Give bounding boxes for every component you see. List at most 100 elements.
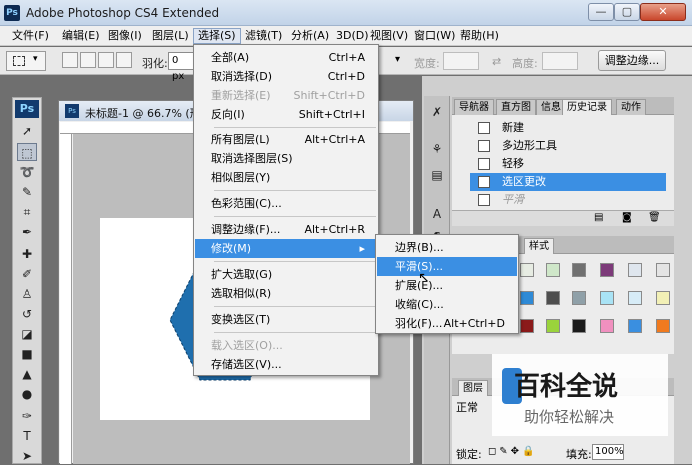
tool-presets-icon[interactable]: ▤ [427, 166, 447, 184]
marquee-preset-picker[interactable]: ▾ [6, 51, 46, 71]
menu-item-deselect-layers[interactable]: 取消选择图层(S) [195, 149, 377, 168]
height-input[interactable] [542, 52, 578, 70]
style-swatch[interactable] [546, 291, 560, 305]
submenu-item-contract[interactable]: 收缩(C)... [377, 295, 517, 314]
lasso-tool-icon[interactable]: ➰ [17, 163, 37, 181]
width-input[interactable] [443, 52, 479, 70]
eraser-tool-icon[interactable]: ◪ [17, 325, 37, 343]
menu-select[interactable]: 选择(S) [193, 28, 241, 44]
history-item[interactable]: 新建 [470, 119, 666, 137]
menu-item-grow[interactable]: 扩大选取(G) [195, 265, 377, 284]
fill-input[interactable]: 100% [592, 444, 624, 460]
style-swatch[interactable] [572, 319, 586, 333]
add-selection-icon[interactable] [80, 52, 96, 68]
crop-tool-icon[interactable]: ⌗ [17, 203, 37, 221]
menu-layer[interactable]: 图层(L) [148, 28, 193, 44]
tab-history[interactable]: 历史记录 [562, 99, 612, 115]
menu-item-similar[interactable]: 选取相似(R) [195, 284, 377, 303]
menu-view[interactable]: 视图(V) [366, 28, 412, 44]
lock-icons[interactable]: ◻✎✥🔒 [488, 446, 538, 457]
type-tool-icon[interactable]: T [17, 427, 37, 445]
minimize-button[interactable]: — [588, 3, 614, 21]
quick-select-tool-icon[interactable]: ✎ [17, 183, 37, 201]
brush-panel-icon[interactable]: ✗ [427, 103, 447, 121]
submenu-item-border[interactable]: 边界(B)... [377, 238, 517, 257]
menu-item-similar-layers[interactable]: 相似图层(Y) [195, 168, 377, 187]
menu-item-all-layers[interactable]: 所有图层(L) Alt+Ctrl+A [195, 130, 377, 149]
history-brush-icon[interactable]: ↺ [17, 305, 37, 323]
style-swatch[interactable] [546, 319, 560, 333]
style-swatch[interactable] [520, 263, 534, 277]
menu-item-color-range[interactable]: 色彩范围(C)... [195, 194, 377, 213]
maximize-button[interactable]: ▢ [614, 3, 640, 21]
menu-edit[interactable]: 编辑(E) [58, 28, 104, 44]
blur-tool-icon[interactable]: ▲ [17, 365, 37, 383]
style-swatch[interactable] [600, 291, 614, 305]
path-select-tool-icon[interactable]: ➤ [17, 447, 37, 465]
tab-histogram[interactable]: 直方图 [496, 99, 536, 115]
healing-brush-icon[interactable]: ✚ [17, 245, 37, 263]
menu-item-load-selection[interactable]: 载入选区(O)... [195, 336, 377, 355]
style-swatch[interactable] [628, 263, 642, 277]
menu-help[interactable]: 帮助(H) [456, 28, 503, 44]
clone-source-icon[interactable]: ⚘ [427, 140, 447, 158]
style-swatch[interactable] [628, 291, 642, 305]
menu-item-inverse[interactable]: 反向(I) Shift+Ctrl+I [195, 105, 377, 124]
rect-marquee-tool-icon[interactable]: ⬚ [17, 143, 37, 161]
new-snapshot-icon[interactable]: ◙ [622, 212, 632, 223]
menu-file[interactable]: 文件(F) [8, 28, 53, 44]
gradient-tool-icon[interactable]: ■ [17, 345, 37, 363]
style-swatch[interactable] [656, 291, 670, 305]
history-item[interactable]: 多边形工具 [470, 137, 666, 155]
submenu-item-expand[interactable]: 扩展(E)... [377, 276, 517, 295]
style-swatch[interactable] [656, 319, 670, 333]
menu-item-transform-selection[interactable]: 变换选区(T) [195, 310, 377, 329]
style-swatch[interactable] [572, 291, 586, 305]
submenu-item-feather[interactable]: 羽化(F)... Alt+Ctrl+D [377, 314, 517, 333]
tab-layers[interactable]: 图层 [458, 380, 488, 396]
style-swatch[interactable] [628, 319, 642, 333]
intersect-selection-icon[interactable] [116, 52, 132, 68]
menu-item-save-selection[interactable]: 存储选区(V)... [195, 355, 377, 374]
trash-icon[interactable]: 🗑 [648, 212, 661, 223]
menu-image[interactable]: 图像(I) [104, 28, 146, 44]
subtract-selection-icon[interactable] [98, 52, 114, 68]
new-document-icon[interactable]: ▤ [594, 212, 603, 223]
style-swatch[interactable] [520, 319, 534, 333]
character-panel-icon[interactable]: A [427, 205, 447, 223]
swap-dimensions-icon[interactable]: ⇄ [492, 55, 501, 68]
menu-item-reselect[interactable]: 重新选择(E) Shift+Ctrl+D [195, 86, 377, 105]
menu-window[interactable]: 窗口(W) [410, 28, 459, 44]
menu-item-modify[interactable]: 修改(M) ▸ [195, 239, 377, 258]
menu-item-deselect[interactable]: 取消选择(D) Ctrl+D [195, 67, 377, 86]
menu-filter[interactable]: 滤镜(T) [241, 28, 286, 44]
menu-item-refine-edge[interactable]: 调整边缘(F)... Alt+Ctrl+R [195, 220, 377, 239]
feather-input[interactable]: 0 px [168, 52, 194, 82]
move-tool-icon[interactable]: ➚ [17, 122, 37, 140]
blend-mode-select[interactable]: 正常 [456, 400, 490, 416]
style-swatch[interactable] [520, 291, 534, 305]
submenu-item-smooth[interactable]: 平滑(S)... [377, 257, 517, 276]
style-swatch[interactable] [572, 263, 586, 277]
tab-actions[interactable]: 动作 [616, 99, 646, 115]
style-swatch[interactable] [546, 263, 560, 277]
refine-edge-button[interactable]: 调整边缘... [598, 50, 666, 71]
style-swatch[interactable] [656, 263, 670, 277]
style-dropdown-icon[interactable]: ▾ [392, 52, 406, 70]
tab-navigator[interactable]: 导航器 [454, 99, 494, 115]
history-item-selected[interactable]: 选区更改 [470, 173, 666, 191]
style-swatch[interactable] [600, 319, 614, 333]
eyedropper-tool-icon[interactable]: ✒ [17, 223, 37, 241]
close-button[interactable]: ✕ [640, 3, 686, 21]
menu-item-all[interactable]: 全部(A) Ctrl+A [195, 48, 377, 67]
clone-stamp-icon[interactable]: ♙ [17, 285, 37, 303]
style-swatch[interactable] [600, 263, 614, 277]
menu-analysis[interactable]: 分析(A) [287, 28, 333, 44]
history-item-undone[interactable]: 平滑 [470, 191, 666, 209]
dodge-tool-icon[interactable]: ● [17, 385, 37, 403]
pen-tool-icon[interactable]: ✑ [17, 407, 37, 425]
brush-tool-icon[interactable]: ✐ [17, 265, 37, 283]
new-selection-icon[interactable] [62, 52, 78, 68]
history-item[interactable]: 轻移 [470, 155, 666, 173]
tab-styles[interactable]: 样式 [524, 238, 554, 254]
